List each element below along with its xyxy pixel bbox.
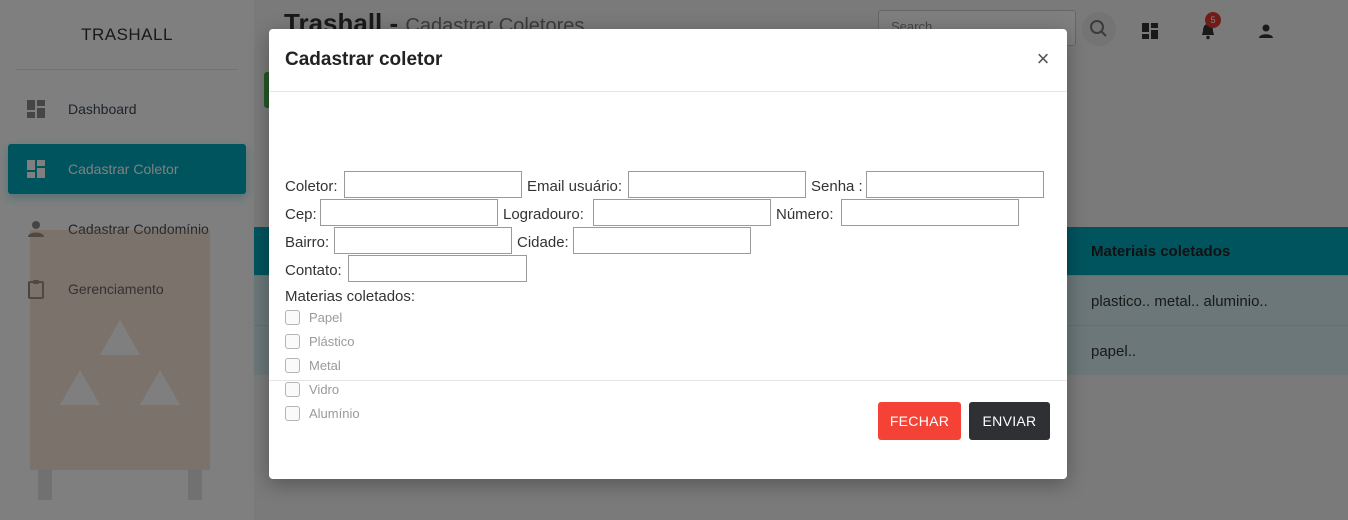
coletor-label: Coletor:	[285, 178, 338, 195]
materials-label: Materias coletados:	[285, 288, 416, 305]
checkbox-label: Papel	[309, 310, 343, 325]
send-button[interactable]: ENVIAR	[969, 402, 1050, 440]
coletor-input[interactable]	[344, 171, 522, 198]
cadastrar-coletor-modal: Cadastrar coletor × Coletor: Email usuár…	[269, 29, 1067, 479]
checkbox-label: Metal	[309, 358, 341, 373]
contato-label: Contato:	[285, 262, 342, 279]
checkbox[interactable]	[285, 358, 300, 373]
checkbox[interactable]	[285, 310, 300, 325]
logradouro-label: Logradouro:	[503, 206, 584, 223]
material-checkbox-papel[interactable]: Papel	[285, 310, 342, 325]
senha-input[interactable]	[866, 171, 1044, 198]
checkbox-label: Plástico	[309, 334, 355, 349]
senha-label: Senha :	[811, 178, 863, 195]
bairro-input[interactable]	[334, 227, 512, 254]
modal-body: Coletor: Email usuário: Senha : Cep: Log…	[269, 92, 1067, 421]
bairro-label: Bairro:	[285, 234, 330, 251]
modal-footer: FECHAR ENVIAR	[269, 380, 1067, 479]
modal-title: Cadastrar coletor	[285, 49, 443, 70]
contato-input[interactable]	[348, 255, 527, 282]
material-checkbox-plastico[interactable]: Plástico	[285, 334, 355, 349]
modal-header: Cadastrar coletor ×	[269, 29, 1067, 92]
close-button[interactable]: FECHAR	[878, 402, 961, 440]
numero-input[interactable]	[841, 199, 1019, 226]
email-label: Email usuário:	[527, 178, 623, 195]
material-checkbox-metal[interactable]: Metal	[285, 358, 341, 373]
cidade-label: Cidade:	[517, 234, 569, 251]
logradouro-input[interactable]	[593, 199, 771, 226]
cep-input[interactable]	[320, 199, 498, 226]
close-icon[interactable]: ×	[1033, 48, 1053, 70]
email-input[interactable]	[628, 171, 806, 198]
cep-label: Cep:	[285, 206, 317, 223]
numero-label: Número:	[776, 206, 834, 223]
cidade-input[interactable]	[573, 227, 751, 254]
checkbox[interactable]	[285, 334, 300, 349]
